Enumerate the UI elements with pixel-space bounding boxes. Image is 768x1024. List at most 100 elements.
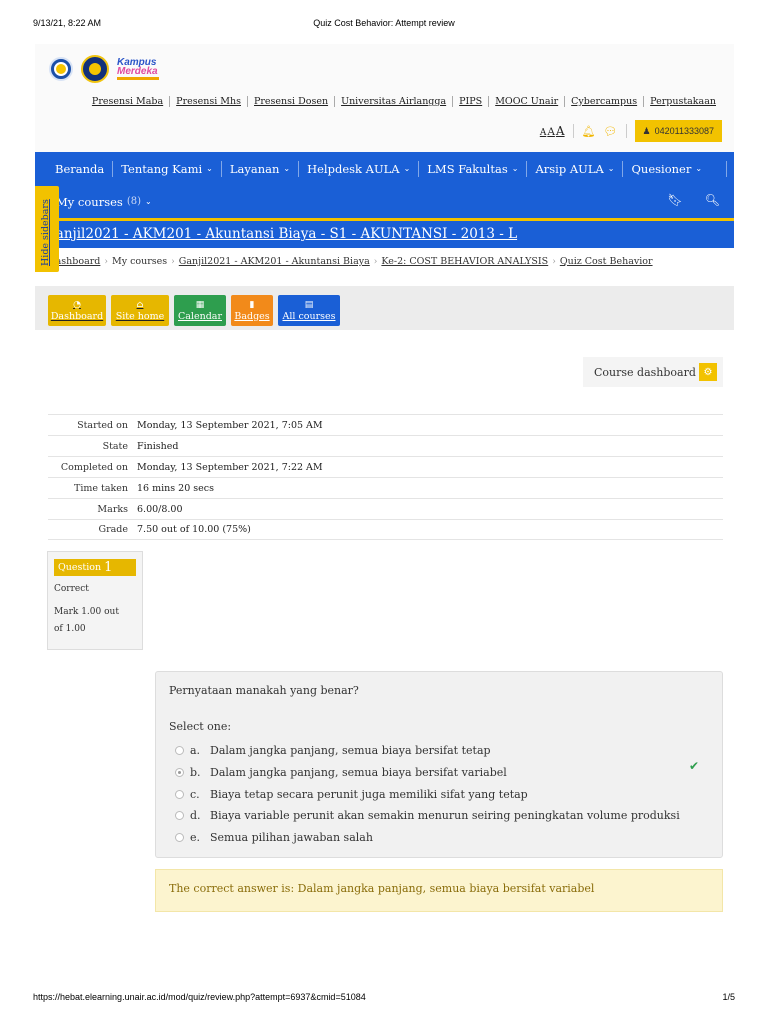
summary-label: Started on (77, 419, 128, 431)
answer-text: Biaya variable perunit akan semakin menu… (210, 809, 680, 823)
breadcrumb-separator-icon: › (104, 256, 108, 267)
chevron-down-icon: ⌄ (403, 163, 411, 173)
summary-value: 6.00/8.00 (137, 503, 183, 515)
unair-logo (81, 55, 109, 83)
breadcrumb-course[interactable]: Ganjil2021 - AKM201 - Akuntansi Biaya (179, 256, 370, 267)
summary-label: State (102, 440, 128, 452)
bookmark-icon[interactable]: 🔖︎ (668, 193, 683, 207)
answer-option-c[interactable]: c. Biaya tetap secara perunit juga memil… (175, 783, 680, 805)
correct-answer-feedback: The correct answer is: Dalam jangka panj… (155, 869, 723, 912)
nav-lms-fakultas[interactable]: LMS Fakultas ⌄ (418, 160, 526, 177)
course-dashboard-button[interactable]: Course dashboard ⚙ (583, 357, 723, 387)
link-cybercampus[interactable]: Cybercampus (564, 96, 643, 107)
quick-site-home-button[interactable]: ⌂ Site home (111, 295, 169, 326)
search-icon[interactable]: 🔍︎ (705, 193, 720, 207)
summary-label: Completed on (60, 461, 128, 473)
radio-button[interactable] (175, 833, 184, 843)
kampus-merdeka-logo: Kampus Merdeka (117, 58, 159, 80)
quick-dashboard-button[interactable]: ◔ Dashboard (48, 295, 106, 326)
summary-label: Marks (97, 503, 128, 515)
logo-group[interactable]: Kampus Merdeka (49, 52, 159, 86)
summary-value: Monday, 13 September 2021, 7:05 AM (137, 419, 323, 431)
question-text: Pernyataan manakah yang benar? (169, 684, 359, 697)
nav-my-courses[interactable]: My courses (8) ⌄ (56, 195, 152, 209)
radio-button[interactable] (175, 746, 184, 756)
print-page-title: Quiz Cost Behavior: Attempt review (313, 18, 455, 28)
correct-check-icon: ✔ (689, 759, 700, 773)
print-page-number: 1/5 (722, 992, 735, 1002)
nav-menu: Beranda Tentang Kami ⌄ Layanan ⌄ Helpdesk … (35, 152, 734, 185)
link-presensi-dosen[interactable]: Presensi Dosen (247, 96, 334, 107)
link-presensi-mhs[interactable]: Presensi Mhs (169, 96, 247, 107)
answer-option-d[interactable]: d. Biaya variable perunit akan semakin m… (175, 805, 680, 827)
radio-button[interactable] (175, 789, 184, 799)
breadcrumb-separator-icon: › (552, 256, 556, 267)
font-size-controls[interactable]: AAA (539, 124, 565, 138)
hide-sidebars-label: Hide sidebars (40, 199, 51, 266)
nav-tentang-kami[interactable]: Tentang Kami ⌄ (112, 160, 221, 177)
nav-beranda[interactable]: Beranda (49, 161, 112, 177)
gear-icon[interactable]: ⚙ (699, 363, 717, 381)
summary-value: 16 mins 20 secs (137, 482, 214, 494)
utility-row: AAA 🔔︎ 💬︎ ♟ 0420113330​87 (539, 120, 722, 142)
table-row: Time taken 16 mins 20 secs (48, 477, 723, 498)
link-presensi-maba[interactable]: Presensi Maba (86, 96, 169, 107)
print-header: 9/13/21, 8:22 AM Quiz Cost Behavior: Att… (33, 18, 735, 32)
radio-button-selected[interactable] (175, 768, 184, 778)
course-dashboard-label: Course dashboard (594, 365, 696, 379)
answer-text: Semua pilihan jawaban salah (210, 831, 373, 845)
answer-list: a. Dalam jangka panjang, semua biaya ber… (175, 740, 680, 848)
message-icon[interactable]: 💬︎ (604, 125, 618, 138)
link-universitas-airlangga[interactable]: Universitas Airlangga (334, 96, 452, 107)
answer-text: Biaya tetap secara perunit juga memiliki… (210, 787, 528, 801)
kemendikbud-logo (49, 57, 73, 81)
course-header: Ganjil2021 - AKM201 - Akuntansi Biaya - … (35, 218, 734, 248)
breadcrumb-separator-icon: › (373, 256, 378, 267)
summary-value: 7.50 out of 10.00 (75%) (137, 524, 251, 535)
summary-value: Monday, 13 September 2021, 7:22 AM (137, 461, 323, 473)
bookmark-icon: ▮ (249, 299, 255, 310)
answer-option-a[interactable]: a. Dalam jangka panjang, semua biaya ber… (175, 740, 680, 762)
link-pips[interactable]: PIPS (452, 96, 488, 107)
summary-label: Grade (98, 524, 129, 535)
font-size-large[interactable]: A (556, 124, 565, 138)
breadcrumb: Dashboard › My courses › Ganjil2021 - AK… (48, 256, 653, 267)
quick-links-bar: ◔ Dashboard ⌂ Site home ▦ Calendar ▮ Bad… (35, 286, 734, 330)
chevron-down-icon: ⌄ (283, 163, 291, 173)
answer-option-e[interactable]: e. Semua pilihan jawaban salah (175, 827, 680, 849)
table-row: Marks 6.00/8.00 (48, 498, 723, 519)
quick-all-courses-button[interactable]: ▤ All courses (278, 295, 340, 326)
nav-layanan[interactable]: Layanan ⌄ (220, 160, 298, 177)
summary-label: Time taken (73, 482, 128, 494)
book-icon: ▤ (304, 299, 314, 310)
user-menu-button[interactable]: ♟ 0420113330​87 (634, 120, 722, 142)
quick-calendar-button[interactable]: ▦ Calendar (174, 295, 226, 326)
radio-button[interactable] (175, 811, 184, 821)
site-header: Kampus Merdeka Presensi Maba Presensi Mh… (35, 44, 734, 152)
nav-arsip-aula[interactable]: Arsip AULA ⌄ (526, 160, 622, 177)
course-title-link[interactable]: Ganjil2021 - AKM201 - Akuntansi Biaya - … (45, 226, 517, 242)
font-size-medium[interactable]: A (547, 126, 555, 138)
chevron-down-icon: ⌄ (206, 163, 213, 173)
font-size-small[interactable]: A (540, 128, 547, 138)
link-mooc-unair[interactable]: MOOC Unair (488, 96, 564, 107)
breadcrumb-section[interactable]: Ke-2: COST BEHAVIOR ANALYSIS (381, 256, 548, 267)
quick-badges-button[interactable]: ▮ Badges (231, 295, 273, 326)
link-perpustakaan[interactable]: Perpustakaan (643, 96, 722, 107)
dashboard-icon: ◔ (73, 299, 81, 310)
answer-option-b[interactable]: b. Dalam jangka panjang, semua biaya ber… (175, 762, 680, 784)
question-formulation: Pernyataan manakah yang benar? Select on… (155, 671, 723, 858)
nav-quesioner[interactable]: Quesioner ⌄ (622, 160, 728, 177)
notification-bell-icon[interactable]: 🔔︎ (582, 125, 596, 138)
nav-helpdesk-aula[interactable]: Helpdesk AULA ⌄ (298, 160, 418, 177)
nav-row-courses: My courses (8) ⌄ 🔖︎ 🔍︎ (35, 185, 734, 218)
print-url: https://hebat.elearning.unair.ac.id/mod/… (33, 992, 366, 1002)
table-row: Started on Monday, 13 September 2021, 7:… (48, 414, 723, 435)
main-navbar: Beranda Tentang Kami ⌄ Layanan ⌄ Helpdesk … (35, 152, 734, 218)
breadcrumb-quiz[interactable]: Quiz Cost Behavior (560, 256, 653, 267)
divider (572, 124, 574, 138)
chevron-down-icon: ⌄ (144, 197, 152, 206)
correct-answer-text: The correct answer is: Dalam jangka panj… (169, 882, 595, 895)
question-info: Question 1 Correct Mark 1.00 out of 1.00 (47, 551, 143, 650)
hide-sidebars-toggle[interactable]: Hide sidebars (35, 186, 59, 272)
